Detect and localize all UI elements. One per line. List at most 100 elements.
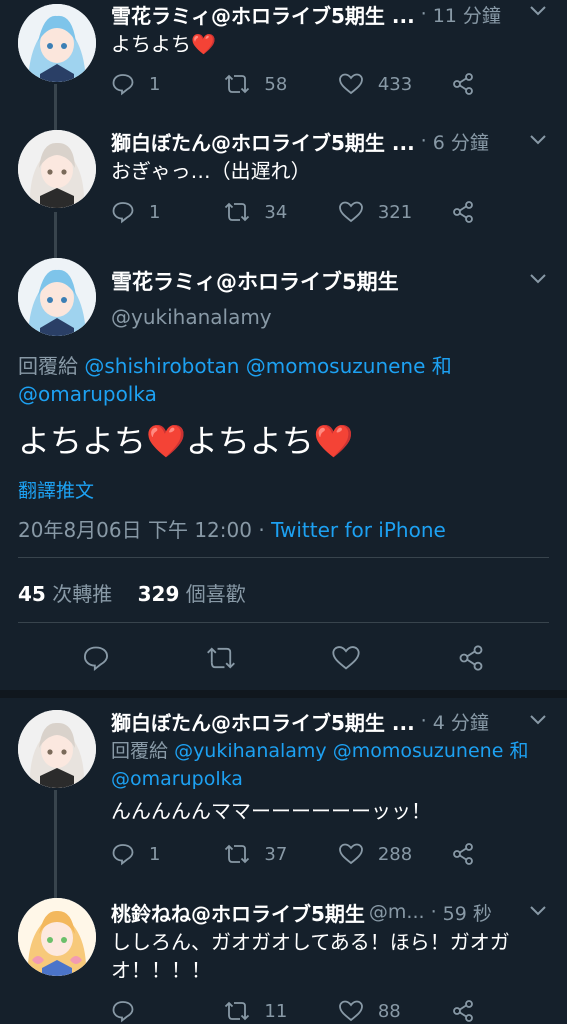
thread-line [54, 212, 57, 258]
tweet-actions: 1 34 321 [111, 197, 491, 227]
like-button[interactable]: 288 [338, 842, 451, 866]
retweet-icon [225, 202, 250, 222]
tweet-actions: 1 37 288 [111, 839, 491, 869]
avatar-botan[interactable] [18, 130, 96, 208]
share-button[interactable] [451, 72, 491, 96]
main-tweet-text: よちよち❤️よちよち❤️ [18, 422, 354, 460]
reply-icon [112, 74, 134, 96]
reply-button[interactable]: 1 [111, 72, 224, 96]
retweet-button[interactable]: 34 [224, 200, 337, 224]
avatar-botan[interactable] [18, 710, 96, 788]
user-handle[interactable]: @yukihanalamy [111, 305, 272, 329]
like-button[interactable]: 321 [338, 200, 451, 224]
reply-button[interactable] [111, 999, 224, 1023]
retweet-total[interactable]: 45 [18, 582, 46, 606]
avatar-lamy-main[interactable] [18, 258, 96, 336]
reply-and: 和 [509, 740, 529, 762]
reply-button[interactable]: 1 [111, 200, 224, 224]
separator-dot: · [420, 3, 427, 25]
share-button[interactable] [451, 842, 491, 866]
main-tweet-actions [0, 638, 567, 678]
display-name[interactable]: 雪花ラミィ@ホロライブ5期生 ... [111, 0, 415, 29]
like-button[interactable]: 433 [338, 72, 451, 96]
tweet-header: 獅白ぼたん@ホロライブ5期生 ... · 4 分鐘 [111, 707, 543, 735]
retweet-button[interactable]: 37 [224, 842, 337, 866]
tweet-header: 桃鈴ねね@ホロライブ5期生 @m... · 59 秒 [111, 898, 543, 926]
display-name[interactable]: 獅白ぼたん@ホロライブ5期生 ... [111, 707, 415, 736]
retweet-button[interactable]: 58 [224, 72, 337, 96]
chevron-down-icon[interactable] [527, 129, 549, 151]
display-name[interactable]: 雪花ラミィ@ホロライブ5期生 [111, 266, 399, 296]
tweet-date: 20年8月06日 下午 12:00 · [18, 518, 265, 542]
translate-tweet-link[interactable]: 翻譯推文 [18, 476, 94, 503]
reply-button[interactable]: 1 [111, 842, 224, 866]
reply-prefix: 回覆給 [111, 740, 169, 762]
chevron-down-icon[interactable] [527, 709, 549, 731]
tweet-meta: 20年8月06日 下午 12:00 · Twitter for iPhone [18, 514, 446, 543]
reply-prefix: 回覆給 [18, 354, 78, 378]
share-button[interactable] [451, 999, 491, 1023]
chevron-down-icon[interactable] [527, 268, 549, 290]
reply-icon [112, 202, 134, 224]
retweet-icon[interactable] [206, 644, 236, 672]
share-icon [453, 201, 474, 223]
separator-dot: · [420, 710, 427, 732]
thread-line [54, 790, 57, 898]
share-icon [453, 1000, 474, 1022]
tweet-text: よちよち❤️ [111, 32, 216, 56]
like-icon [338, 1000, 363, 1022]
tweet-text: おぎゃっ…（出遅れ） [111, 159, 311, 183]
user-handle[interactable]: @m... [369, 901, 425, 923]
display-name[interactable]: 桃鈴ねね@ホロライブ5期生 [111, 898, 365, 927]
reply-to-line: 回覆給 @yukihanalamy @momosuzunene 和 @omaru… [111, 737, 543, 793]
reply-mention-last[interactable]: @omarupolka [111, 768, 243, 790]
share-icon[interactable] [457, 644, 485, 672]
tweet-header: 雪花ラミィ@ホロライブ5期生 ... · 11 分鐘 [111, 0, 543, 28]
reply-count: 1 [149, 73, 161, 95]
reply-and: 和 [431, 354, 452, 378]
like-count: 321 [377, 201, 413, 223]
divider [18, 622, 549, 623]
reply-icon[interactable] [82, 644, 110, 672]
tweet-thread-page: 雪花ラミィ@ホロライブ5期生 ... · 11 分鐘 よちよち❤️ 1 58 4… [0, 0, 567, 1024]
avatar-nene[interactable] [18, 898, 96, 976]
tweet-text: んんんんんママーーーーーーッッ！ [111, 799, 431, 823]
like-count: 288 [377, 843, 413, 865]
like-total[interactable]: 329 [138, 582, 180, 606]
reply-mentions[interactable]: @yukihanalamy @momosuzunene [174, 740, 503, 762]
retweet-count: 37 [264, 843, 288, 865]
display-name[interactable]: 獅白ぼたん@ホロライブ5期生 ... [111, 127, 415, 156]
tweet-header: 獅白ぼたん@ホロライブ5期生 ... · 6 分鐘 [111, 127, 543, 155]
reply-count: 1 [149, 201, 161, 223]
like-icon [338, 843, 363, 865]
timestamp[interactable]: 6 分鐘 [433, 128, 489, 155]
tweet-source[interactable]: Twitter for iPhone [271, 518, 446, 542]
share-icon [453, 73, 474, 95]
timestamp[interactable]: 59 秒 [443, 899, 492, 926]
like-icon[interactable] [331, 644, 361, 672]
retweet-count: 34 [264, 201, 288, 223]
retweet-button[interactable]: 11 [224, 999, 337, 1023]
reply-count: 1 [149, 843, 161, 865]
like-button[interactable]: 88 [338, 999, 451, 1023]
reply-mentions[interactable]: @shishirobotan @momosuzunene [84, 354, 425, 378]
timestamp[interactable]: 11 分鐘 [433, 1, 501, 28]
reply-mention-last[interactable]: @omarupolka [18, 382, 157, 406]
separator-dot: · [420, 130, 427, 152]
avatar-lamy[interactable] [18, 4, 96, 82]
tweet-actions: 1 58 433 [111, 69, 491, 99]
timestamp[interactable]: 4 分鐘 [433, 708, 489, 735]
like-icon [338, 73, 363, 95]
retweet-count: 11 [264, 1000, 288, 1022]
reply-icon [112, 844, 134, 866]
share-button[interactable] [451, 200, 491, 224]
like-count: 88 [377, 1000, 401, 1022]
thread-line [54, 84, 57, 130]
tweet-text: ししろん、ガオガオしてある！ほら！ガオガオ！！！！ [111, 930, 510, 982]
chevron-down-icon[interactable] [527, 0, 549, 22]
retweet-icon [225, 74, 250, 94]
chevron-down-icon[interactable] [527, 900, 549, 922]
retweet-count: 58 [264, 73, 288, 95]
like-label: 個喜歡 [185, 582, 246, 606]
section-divider [0, 690, 567, 698]
